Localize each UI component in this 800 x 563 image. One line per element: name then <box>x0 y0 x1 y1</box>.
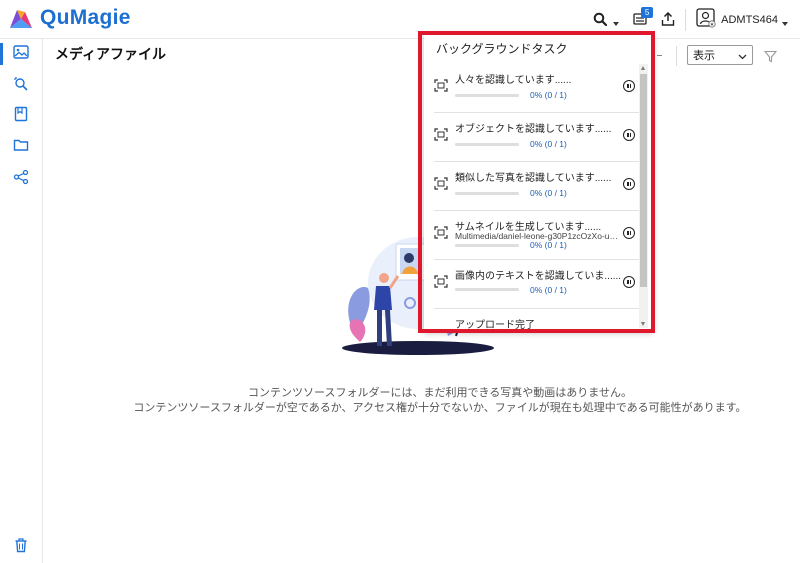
app-name: QuMagie <box>40 6 131 29</box>
pause-icon[interactable] <box>623 129 635 141</box>
page-title: メディアファイル <box>55 46 167 62</box>
task-scan-icon <box>434 126 448 145</box>
task-name: オブジェクトを認識しています...... <box>455 124 612 135</box>
toolbar-separator <box>676 46 677 66</box>
app-logo[interactable]: QuMagie <box>8 6 131 30</box>
chevron-down-icon <box>738 51 747 63</box>
task-panel-scrollbar[interactable] <box>639 64 648 328</box>
task-scan-icon <box>434 77 448 96</box>
task-progress-bar <box>455 94 519 97</box>
pause-icon[interactable] <box>623 276 635 288</box>
task-progress-text: 0% (0 / 1) <box>530 90 567 100</box>
trash-icon <box>13 537 29 557</box>
task-scan-icon <box>434 273 448 292</box>
task-progress-bar <box>455 288 519 291</box>
photo-album-icon <box>13 44 29 64</box>
task-progress-bar <box>455 143 519 146</box>
pause-icon[interactable] <box>623 178 635 190</box>
task-name: 類似した写真を認識しています...... <box>455 173 612 184</box>
share-icon <box>13 169 29 189</box>
sidebar-item-smart-search[interactable] <box>10 75 32 97</box>
pause-icon[interactable] <box>623 227 635 239</box>
panel-title: バックグラウンドタスク <box>436 42 568 56</box>
task-progress-text: 0% (0 / 1) <box>530 139 567 149</box>
background-task-button[interactable]: 5 <box>633 6 654 30</box>
pause-icon[interactable] <box>623 80 635 92</box>
header-actions: 5 ADMTS464 <box>593 6 800 32</box>
sidebar-item-albums[interactable] <box>10 105 32 127</box>
task-progress-bar <box>455 244 519 247</box>
chevron-down-icon <box>613 11 620 30</box>
user-avatar-icon <box>696 8 716 32</box>
active-indicator <box>0 43 3 65</box>
view-mode-select[interactable]: 表示 <box>687 45 753 65</box>
view-mode-value: 表示 <box>693 50 715 62</box>
upload-icon <box>661 11 675 30</box>
folder-icon <box>13 137 29 157</box>
chevron-down-icon <box>782 11 788 30</box>
task-row: サムネイルを生成しています...... Multimedia/daniel-le… <box>434 210 640 260</box>
task-scan-icon <box>434 175 448 194</box>
smart-search-icon <box>13 76 29 96</box>
upload-complete-header: アップロード完了 <box>455 320 535 331</box>
task-progress-text: 0% (0 / 1) <box>530 188 567 198</box>
task-progress-text: 0% (0 / 1) <box>530 240 567 250</box>
background-task-panel: バックグラウンドタスク 人々を認識しています...... 0% (0 / 1) … <box>424 34 653 332</box>
user-name: ADMTS464 <box>721 14 778 26</box>
task-row: 類似した写真を認識しています...... 0% (0 / 1) <box>434 161 640 211</box>
scroll-thumb[interactable] <box>640 74 647 287</box>
task-row: 画像内のテキストを認識していま...... 0% (0 / 1) <box>434 259 640 309</box>
search-icon <box>593 11 608 30</box>
sidebar-item-folders[interactable] <box>10 136 32 158</box>
upload-button[interactable] <box>661 11 675 30</box>
user-menu[interactable]: ADMTS464 <box>696 8 788 32</box>
top-bar: QuMagie 5 ADMTS464 <box>0 0 800 39</box>
filter-icon[interactable] <box>763 48 778 67</box>
empty-message-line2: コンテンツソースフォルダーが空であるか、アクセス権が十分でないか、ファイルが現在… <box>133 402 747 414</box>
task-name: 画像内のテキストを認識していま...... <box>455 271 622 282</box>
task-row: オブジェクトを認識しています...... 0% (0 / 1) <box>434 112 640 162</box>
task-progress-bar <box>455 192 519 195</box>
task-name: 人々を認識しています...... <box>455 75 572 86</box>
task-count-badge: 5 <box>641 6 654 18</box>
toolbar-divider <box>657 55 662 56</box>
task-scan-icon <box>434 224 448 243</box>
task-progress-text: 0% (0 / 1) <box>530 285 567 295</box>
sidebar <box>0 39 43 563</box>
sidebar-item-shared[interactable] <box>10 168 32 190</box>
sidebar-item-photos[interactable] <box>10 43 32 65</box>
empty-message-line1: コンテンツソースフォルダーには、まだ利用できる写真や動画はありません。 <box>248 387 632 399</box>
sidebar-item-trash[interactable] <box>10 536 32 558</box>
scroll-up-arrow-icon[interactable] <box>641 66 645 70</box>
header-divider <box>685 9 687 31</box>
scroll-down-arrow-icon[interactable] <box>641 322 645 326</box>
bookmark-album-icon <box>13 106 29 126</box>
qumagie-logo-icon <box>8 6 34 30</box>
task-row: 人々を認識しています...... 0% (0 / 1) <box>434 63 640 113</box>
search-button[interactable] <box>593 11 620 30</box>
